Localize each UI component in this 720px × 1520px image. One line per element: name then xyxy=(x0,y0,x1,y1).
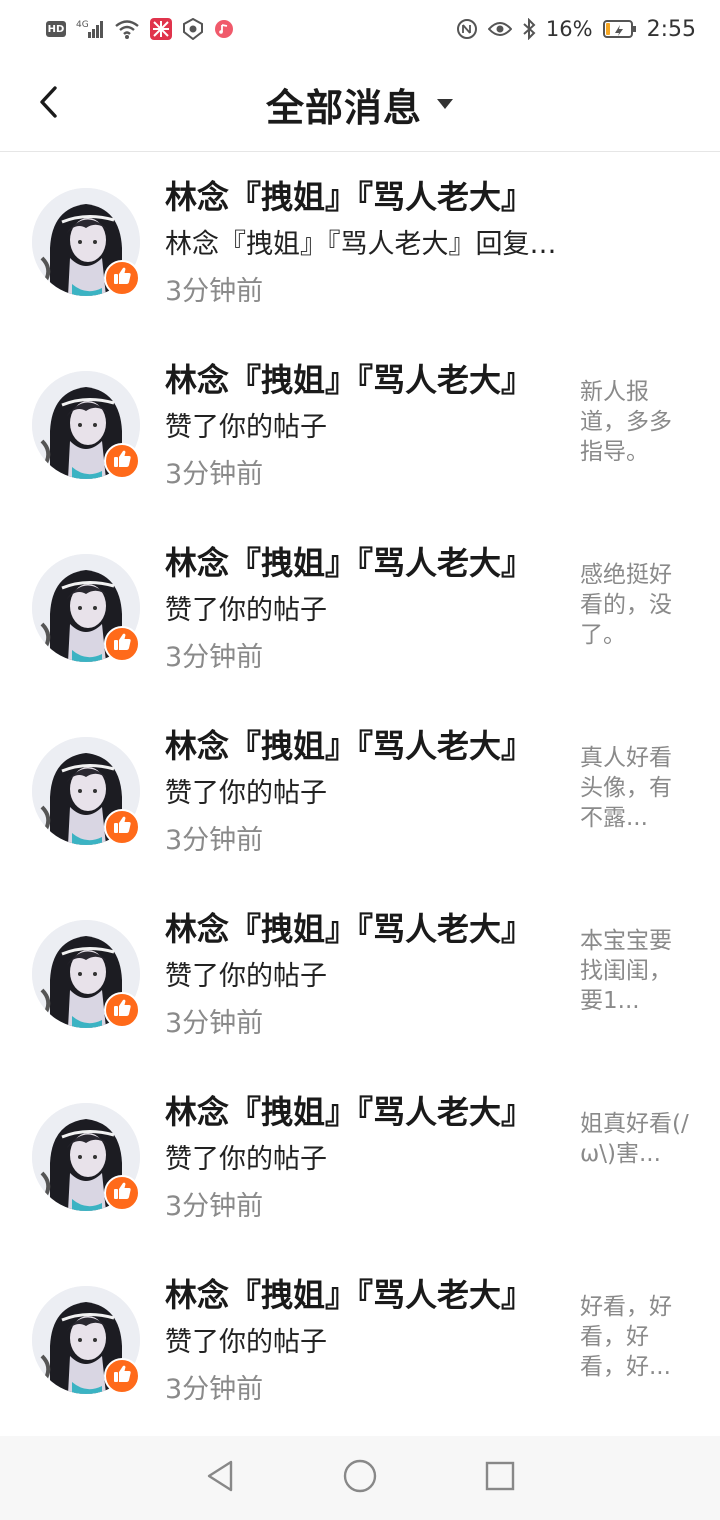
recents-square-icon xyxy=(484,1460,516,1496)
network-type-label: 4G xyxy=(76,20,89,30)
avatar-container[interactable] xyxy=(32,554,140,662)
message-time: 3分钟前 xyxy=(165,1008,264,1039)
avatar-container[interactable] xyxy=(32,1286,140,1394)
title-dropdown[interactable]: 全部消息 xyxy=(266,77,454,132)
message-row[interactable]: 林念『拽姐』『骂人老大』 赞了你的帖子 3分钟前 感绝挺好看的，没了。 xyxy=(0,518,720,701)
app-notification-icon xyxy=(150,18,172,40)
message-row[interactable]: 林念『拽姐』『骂人老大』 林念『拽姐』『骂人老大』回复了你 3分钟前 xyxy=(0,152,720,335)
sender-name: 林念『拽姐』『骂人老大』 xyxy=(165,727,534,765)
message-time: 3分钟前 xyxy=(165,459,264,490)
post-preview[interactable]: 好看，好看，好看，好... xyxy=(580,1292,692,1382)
message-action: 赞了你的帖子 xyxy=(165,1144,327,1175)
like-badge xyxy=(104,809,140,845)
message-row[interactable]: 林念『拽姐』『骂人老大』 赞了你的帖子 3分钟前 好看，好看，好看，好... xyxy=(0,1250,720,1433)
status-bar-right: 16% 2:55 xyxy=(456,0,696,58)
like-badge xyxy=(104,1358,140,1394)
thumbs-up-icon xyxy=(112,1181,132,1205)
post-preview[interactable]: 感绝挺好看的，没了。 xyxy=(580,560,692,650)
like-badge xyxy=(104,443,140,479)
page-title: 全部消息 xyxy=(265,86,422,130)
like-badge xyxy=(104,626,140,662)
message-row[interactable]: 林念『拽姐』『骂人老大』 赞了你的帖子 3分钟前 本宝宝要找闺闺，要1... xyxy=(0,884,720,1067)
avatar-container[interactable] xyxy=(32,188,140,296)
nfc-icon xyxy=(456,18,478,40)
shield-notification-icon xyxy=(182,18,204,40)
thumbs-up-icon xyxy=(112,266,132,290)
sender-name: 林念『拽姐』『骂人老大』 xyxy=(165,910,534,948)
post-preview[interactable]: 姐真好看(/ω\)害... xyxy=(580,1109,692,1169)
sender-name: 林念『拽姐』『骂人老大』 xyxy=(165,178,534,216)
message-time: 3分钟前 xyxy=(165,825,264,856)
avatar-container[interactable] xyxy=(32,371,140,479)
post-preview[interactable]: 真人好看头像，有不露... xyxy=(580,743,692,833)
system-nav-bar xyxy=(0,1436,720,1520)
clock: 2:55 xyxy=(646,16,696,42)
message-time: 3分钟前 xyxy=(165,276,264,307)
music-notification-icon xyxy=(214,19,234,39)
message-action: 赞了你的帖子 xyxy=(165,961,327,992)
message-list: 林念『拽姐』『骂人老大』 林念『拽姐』『骂人老大』回复了你 3分钟前 林念『拽姐… xyxy=(0,152,720,1433)
sender-name: 林念『拽姐』『骂人老大』 xyxy=(165,1093,534,1131)
thumbs-up-icon xyxy=(112,815,132,839)
bluetooth-icon xyxy=(522,18,536,40)
message-action: 赞了你的帖子 xyxy=(165,778,327,809)
system-home-button[interactable] xyxy=(330,1448,390,1508)
avatar-container[interactable] xyxy=(32,1103,140,1211)
sender-name: 林念『拽姐』『骂人老大』 xyxy=(165,1276,534,1314)
post-preview[interactable]: 本宝宝要找闺闺，要1... xyxy=(580,926,692,1016)
like-badge xyxy=(104,1175,140,1211)
system-recents-button[interactable] xyxy=(470,1448,530,1508)
eye-icon xyxy=(487,20,512,38)
back-button[interactable] xyxy=(26,80,70,128)
signal-icon: 4G xyxy=(76,18,104,40)
sender-name: 林念『拽姐』『骂人老大』 xyxy=(165,544,534,582)
message-action: 赞了你的帖子 xyxy=(165,1327,327,1358)
message-row[interactable]: 林念『拽姐』『骂人老大』 赞了你的帖子 3分钟前 姐真好看(/ω\)害... xyxy=(0,1067,720,1250)
message-action: 林念『拽姐』『骂人老大』回复了你 xyxy=(165,229,557,260)
avatar-container[interactable] xyxy=(32,737,140,845)
thumbs-up-icon xyxy=(112,632,132,656)
sender-name: 林念『拽姐』『骂人老大』 xyxy=(165,361,534,399)
chevron-left-icon xyxy=(37,85,59,123)
message-action: 赞了你的帖子 xyxy=(165,595,327,626)
back-triangle-icon xyxy=(205,1459,235,1497)
message-time: 3分钟前 xyxy=(165,1374,264,1405)
avatar-container[interactable] xyxy=(32,920,140,1028)
wifi-icon xyxy=(114,18,140,40)
like-badge xyxy=(104,992,140,1028)
thumbs-up-icon xyxy=(112,998,132,1022)
battery-icon xyxy=(602,19,637,39)
thumbs-up-icon xyxy=(112,1364,132,1388)
status-bar-left: HD 4G xyxy=(46,0,234,58)
status-bar: HD 4G 16% 2:55 xyxy=(0,0,720,58)
like-badge xyxy=(104,260,140,296)
post-preview[interactable]: 新人报道，多多指导。 xyxy=(580,377,692,467)
battery-percent: 16% xyxy=(545,17,593,41)
message-time: 3分钟前 xyxy=(165,642,264,673)
system-back-button[interactable] xyxy=(190,1448,250,1508)
header: 全部消息 xyxy=(0,58,720,152)
message-row[interactable]: 林念『拽姐』『骂人老大』 赞了你的帖子 3分钟前 新人报道，多多指导。 xyxy=(0,335,720,518)
thumbs-up-icon xyxy=(112,449,132,473)
message-row[interactable]: 林念『拽姐』『骂人老大』 赞了你的帖子 3分钟前 真人好看头像，有不露... xyxy=(0,701,720,884)
message-action: 赞了你的帖子 xyxy=(165,412,327,443)
home-circle-icon xyxy=(342,1458,378,1498)
hd-icon: HD xyxy=(46,21,66,37)
caret-down-icon xyxy=(436,95,454,114)
message-time: 3分钟前 xyxy=(165,1191,264,1222)
